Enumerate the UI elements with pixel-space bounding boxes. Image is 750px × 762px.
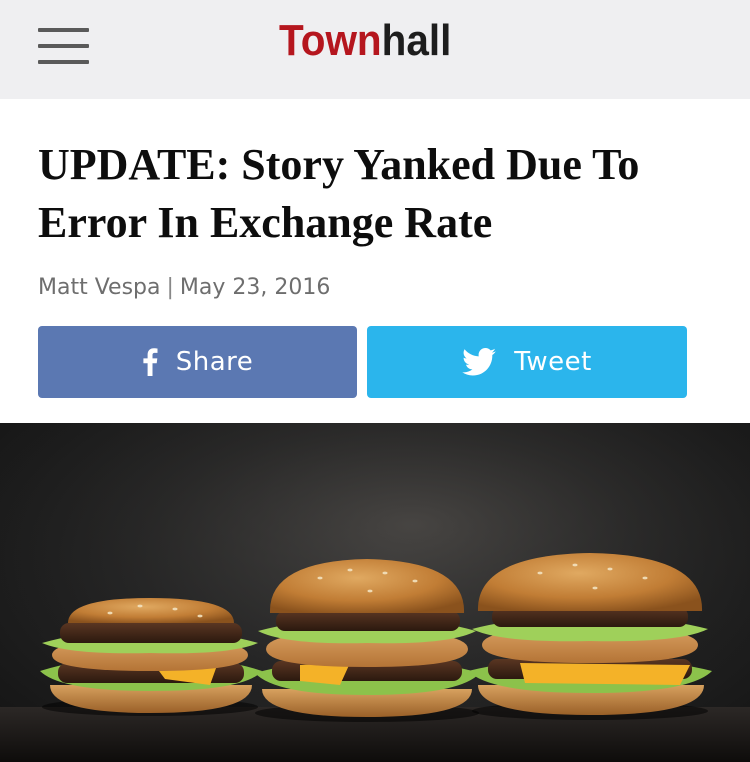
site-header: Townhall <box>0 0 750 99</box>
townhall-logo[interactable]: Townhall <box>279 14 451 68</box>
tweet-label: Tweet <box>514 347 592 377</box>
menu-line <box>38 44 89 48</box>
burger-left <box>40 598 262 716</box>
byline: Matt Vespa | May 23, 2016 <box>38 273 330 303</box>
hamburger-menu-icon[interactable] <box>38 28 89 64</box>
burger-middle <box>255 559 480 722</box>
menu-line <box>38 28 89 32</box>
twitter-tweet-button[interactable]: Tweet <box>367 326 687 398</box>
article-title: UPDATE: Story Yanked Due To Error In Exc… <box>38 140 640 247</box>
twitter-bird-icon <box>462 348 497 376</box>
facebook-icon <box>142 348 158 376</box>
share-label: Share <box>175 347 254 377</box>
burger-right <box>468 553 712 720</box>
author-name[interactable]: Matt Vespa <box>38 275 161 300</box>
article-hero-image <box>0 423 750 762</box>
byline-separator: | <box>166 275 174 300</box>
facebook-share-button[interactable]: Share <box>38 326 357 398</box>
burgers-photo <box>0 423 750 762</box>
menu-line <box>38 60 89 64</box>
logo-town: Town <box>279 16 382 65</box>
publish-date: May 23, 2016 <box>179 275 331 300</box>
logo-hall: hall <box>381 16 452 65</box>
